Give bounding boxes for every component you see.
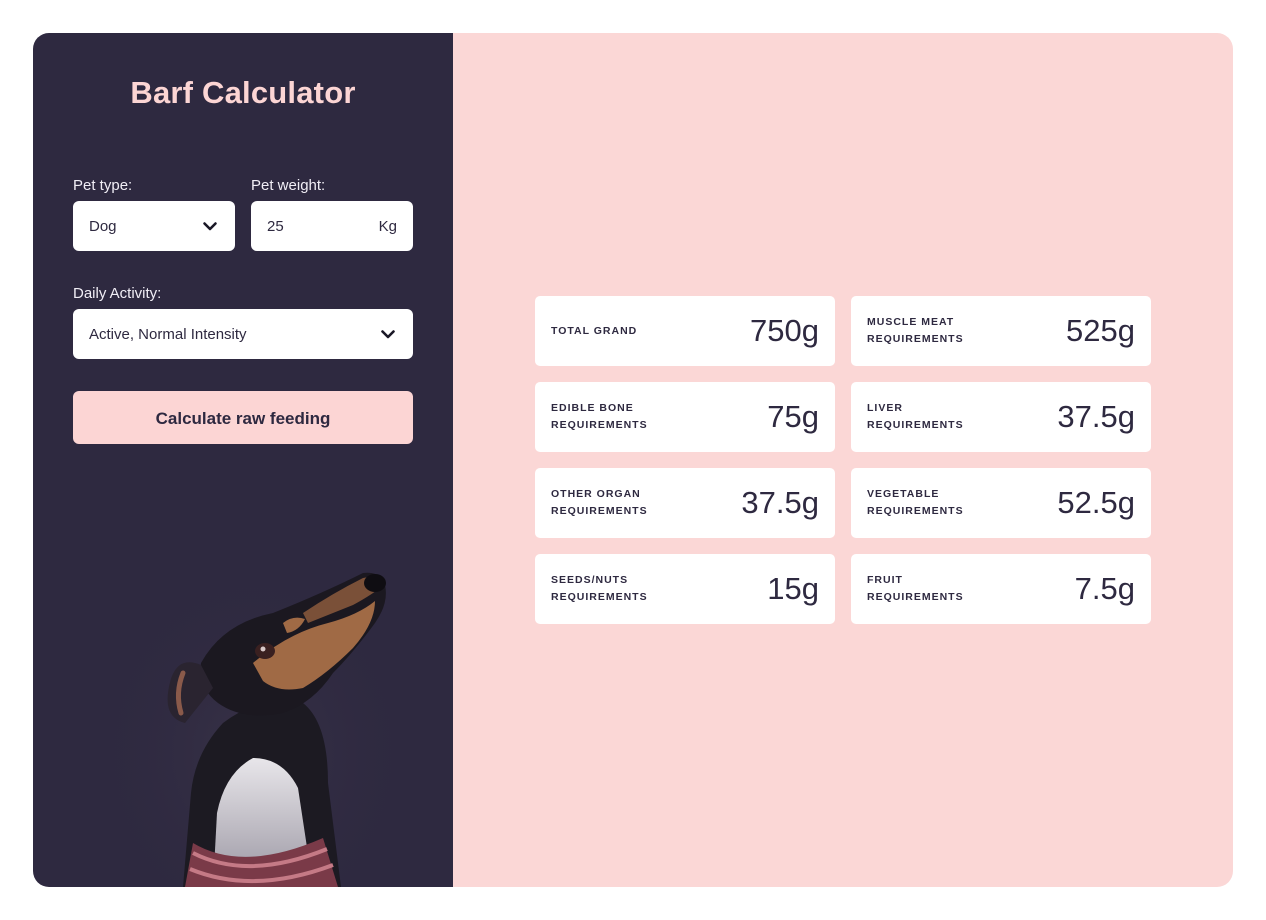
daily-activity-select[interactable]: Active, Normal Intensity	[73, 309, 413, 359]
dog-photo	[113, 553, 393, 887]
calculate-button[interactable]: Calculate raw feeding	[73, 391, 413, 444]
pet-weight-value: 25	[267, 217, 284, 235]
result-label: OTHER ORGAN REQUIREMENTS	[551, 488, 648, 517]
result-card-seeds-nuts: SEEDS/NUTS REQUIREMENTS 15g	[535, 554, 835, 624]
result-value: 525g	[1066, 313, 1135, 348]
result-label: TOTAL GRAND	[551, 324, 638, 337]
result-value: 750g	[750, 313, 819, 348]
result-card-edible-bone: EDIBLE BONE REQUIREMENTS 75g	[535, 382, 835, 452]
pet-type-value: Dog	[89, 217, 117, 235]
page-title: Barf Calculator	[130, 75, 356, 110]
daily-activity-value: Active, Normal Intensity	[89, 325, 247, 343]
chevron-down-icon	[381, 330, 395, 339]
result-label: MUSCLE MEAT REQUIREMENTS	[867, 316, 964, 345]
chevron-down-icon	[203, 222, 217, 231]
result-value: 37.5g	[741, 485, 819, 520]
result-card-vegetable: VEGETABLE REQUIREMENTS 52.5g	[851, 468, 1151, 538]
pet-weight-label: Pet weight:	[251, 177, 326, 194]
result-value: 52.5g	[1057, 485, 1135, 520]
result-value: 37.5g	[1057, 399, 1135, 434]
result-card-total-grand: TOTAL GRAND 750g	[535, 296, 835, 366]
results-panel: TOTAL GRAND 750g MUSCLE MEAT REQUIREMENT…	[453, 33, 1233, 887]
result-value: 7.5g	[1074, 571, 1135, 606]
result-label: EDIBLE BONE REQUIREMENTS	[551, 402, 648, 431]
sidebar-panel: Barf Calculator Pet type: Dog Pet weight…	[33, 33, 453, 887]
result-card-muscle-meat: MUSCLE MEAT REQUIREMENTS 525g	[851, 296, 1151, 366]
daily-activity-label: Daily Activity:	[73, 285, 162, 302]
barf-calculator-app: Barf Calculator Pet type: Dog Pet weight…	[33, 33, 1233, 887]
result-label: LIVER REQUIREMENTS	[867, 402, 964, 431]
result-card-other-organ: OTHER ORGAN REQUIREMENTS 37.5g	[535, 468, 835, 538]
result-label: FRUIT REQUIREMENTS	[867, 574, 964, 603]
pet-type-label: Pet type:	[73, 177, 133, 194]
result-label: VEGETABLE REQUIREMENTS	[867, 488, 964, 517]
pet-weight-input[interactable]: 25 Kg	[251, 201, 413, 251]
result-value: 15g	[767, 571, 819, 606]
result-card-fruit: FRUIT REQUIREMENTS 7.5g	[851, 554, 1151, 624]
result-label: SEEDS/NUTS REQUIREMENTS	[551, 574, 648, 603]
pet-type-select[interactable]: Dog	[73, 201, 235, 251]
results-grid: TOTAL GRAND 750g MUSCLE MEAT REQUIREMENT…	[535, 296, 1151, 624]
result-value: 75g	[767, 399, 819, 434]
result-card-liver: LIVER REQUIREMENTS 37.5g	[851, 382, 1151, 452]
pet-weight-unit: Kg	[378, 217, 397, 235]
